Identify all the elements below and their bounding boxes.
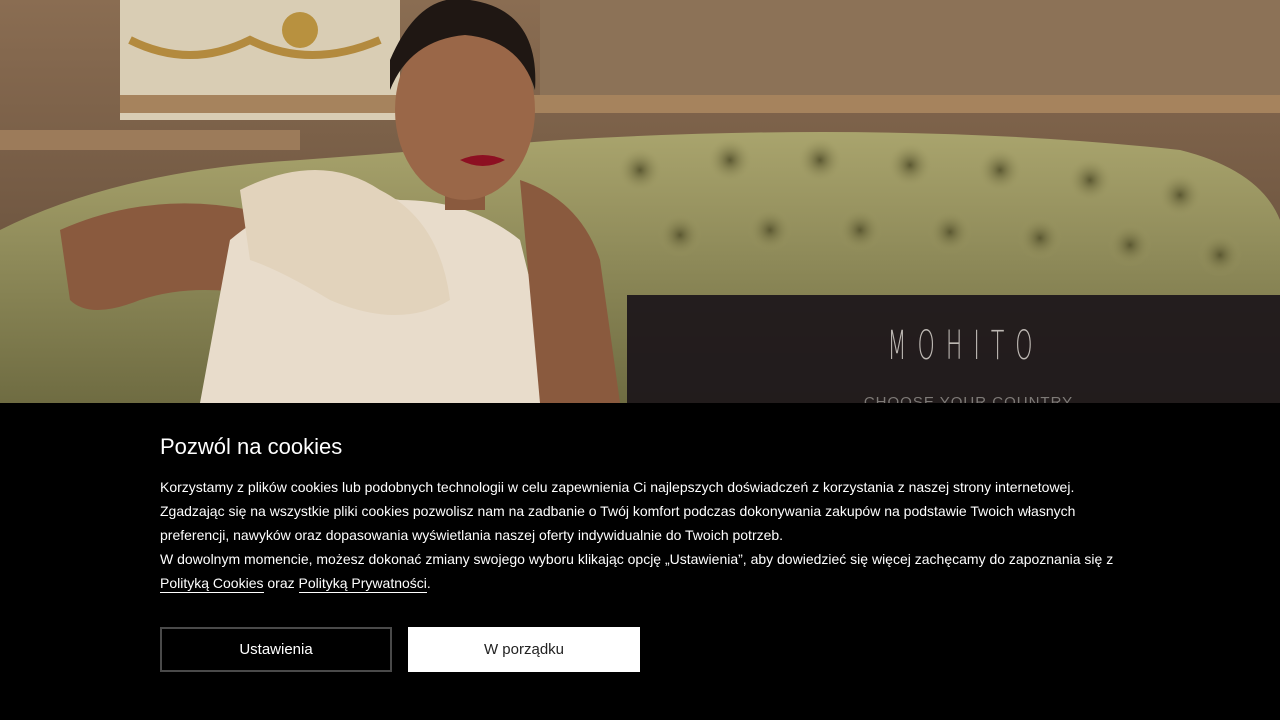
cookie-description: Korzystamy z plików cookies lub podobnyc… [160,475,1120,595]
cookie-policy-link[interactable]: Polityką Cookies [160,575,264,593]
country-selector-panel: MOHITO CHOOSE YOUR COUNTRY [627,295,1280,403]
sentence-end: . [426,575,431,591]
choose-country-label[interactable]: CHOOSE YOUR COUNTRY [627,394,1280,403]
cookie-consent-banner: Pozwól na cookies Korzystamy z plików co… [0,403,1280,720]
connector-text: oraz [263,575,299,591]
hero-banner: MOHITO CHOOSE YOUR COUNTRY [0,0,1280,403]
brand-logo: MOHITO [887,323,1044,369]
cookie-paragraph-1: Korzystamy z plików cookies lub podobnyc… [160,479,1076,543]
cookie-paragraph-2: W dowolnym momencie, możesz dokonać zmia… [160,551,1114,567]
accept-cookies-button[interactable]: W porządku [408,627,640,672]
settings-button[interactable]: Ustawienia [160,627,392,672]
cookie-title: Pozwól na cookies [160,434,343,459]
privacy-policy-link[interactable]: Polityką Prywatności [298,575,427,593]
